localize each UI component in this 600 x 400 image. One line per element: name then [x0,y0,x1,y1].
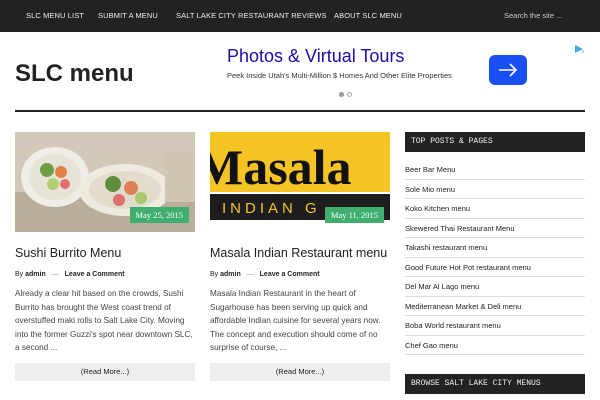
top-post-link[interactable]: Takashi restaurant menu [405,238,585,258]
top-post-link[interactable]: Beer Bar Menu [405,160,585,180]
top-nav: SLC MENU LIST SUBMIT A MENU SALT LAKE CI… [0,0,600,32]
ad-dot-active[interactable] [339,92,344,97]
masala-logo-text: Masala [210,139,352,195]
top-posts-widget-title: TOP POSTS & PAGES [405,132,585,152]
meta-separator: — [246,271,254,278]
post-excerpt: Masala Indian Restaurant in the heart of… [210,289,381,353]
nav-item-about[interactable]: ABOUT SLC MENU [334,0,402,32]
post-meta: By admin — Leave a Comment [210,271,390,278]
post-card: Masala INDIAN G May 11, 2015 Masala Indi… [210,132,390,381]
ad-banner[interactable]: Photos & Virtual Tours Peek Inside Utah'… [221,44,586,97]
search-input[interactable]: Search the site ... [504,0,562,32]
ad-subtext: Peek Inside Utah's Multi-Million $ Homes… [227,71,452,80]
arrow-right-icon [499,63,518,77]
leave-comment-link[interactable]: Leave a Comment [260,271,320,278]
top-posts-list: Beer Bar Menu Sole Mio menu Koko Kitchen… [405,160,585,355]
read-more-button[interactable]: (Read More...) [15,362,195,381]
post-by: By [210,271,219,278]
post-title[interactable]: Sushi Burrito Menu [15,246,195,261]
post-thumbnail[interactable]: May 25, 2015 [15,132,195,232]
post-author[interactable]: admin [220,271,241,278]
ad-headline[interactable]: Photos & Virtual Tours [227,46,404,67]
post-card: May 25, 2015 Sushi Burrito Menu By admin… [15,132,195,381]
nav-item-slc-menu-list[interactable]: SLC MENU LIST [26,0,84,32]
top-post-link[interactable]: Chef Gao menu [405,336,585,355]
meta-separator: — [51,271,59,278]
ad-arrow-button[interactable] [489,55,527,85]
post-meta: By admin — Leave a Comment [15,271,195,278]
nav-item-restaurant-reviews[interactable]: SALT LAKE CITY RESTAURANT REVIEWS [176,0,327,32]
date-badge: May 11, 2015 [324,207,384,223]
top-post-link[interactable]: Sole Mio menu [405,180,585,199]
browse-widget-title: BROWSE SALT LAKE CITY MENUS [405,374,585,394]
site-title[interactable]: SLC menu [15,60,134,88]
top-post-link[interactable]: Skewered Thai Restaurant Menu [405,219,585,238]
post-title[interactable]: Masala Indian Restaurant menu [210,246,390,261]
post-thumbnail[interactable]: Masala INDIAN G May 11, 2015 [210,132,390,232]
top-post-link[interactable]: Boba World restaurant menu [405,316,585,336]
date-badge: May 25, 2015 [129,207,189,223]
post-by: By [15,271,24,278]
leave-comment-link[interactable]: Leave a Comment [65,271,125,278]
top-post-link[interactable]: Koko Kitchen menu [405,199,585,219]
top-post-link[interactable]: Mediterranean Market & Deli menu [405,297,585,316]
header-divider [15,110,585,112]
adchoices-icon[interactable]: x [572,44,586,54]
svg-text:x: x [582,49,585,54]
top-post-link[interactable]: Good Future Hot Pot restaurant menu [405,258,585,277]
ad-pager-dots [339,84,355,102]
ad-dot[interactable] [347,92,352,97]
top-post-link[interactable]: Del Mar Al Lago menu [405,277,585,297]
nav-item-submit-a-menu[interactable]: SUBMIT A MENU [98,0,158,32]
post-excerpt: Already a clear hit based on the crowds,… [15,289,193,353]
masala-logo-subtext: INDIAN G [222,200,321,217]
post-author[interactable]: admin [25,271,46,278]
read-more-button[interactable]: (Read More...) [210,362,390,381]
